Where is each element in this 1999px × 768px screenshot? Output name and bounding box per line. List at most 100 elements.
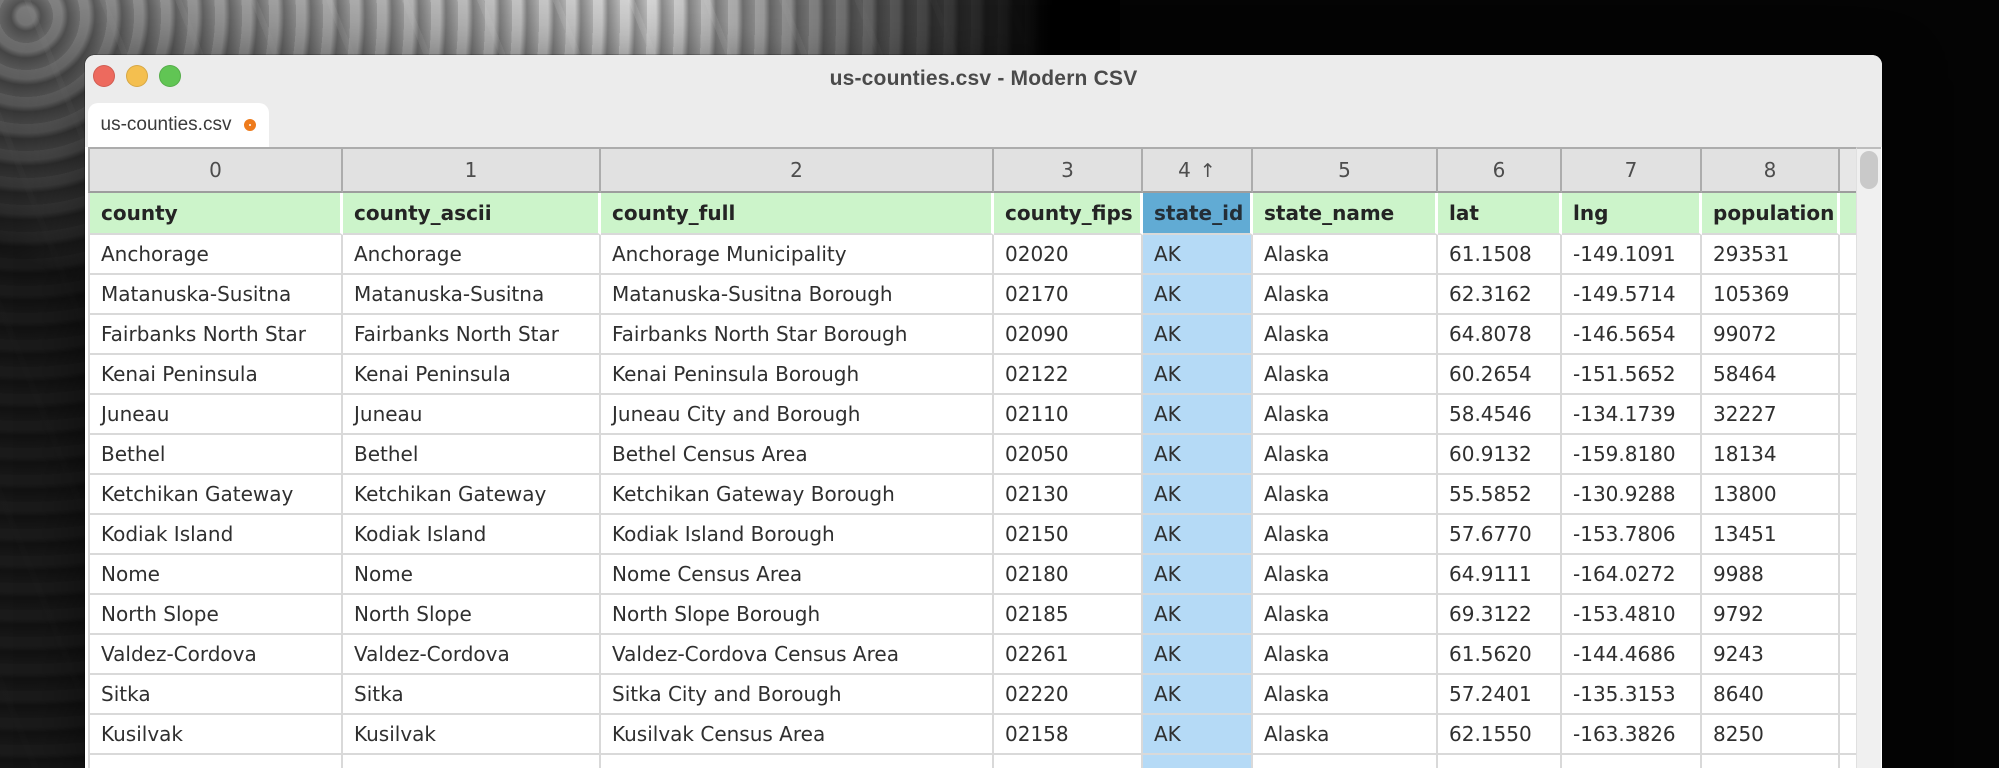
table-cell[interactable]: -130.9288 <box>1562 475 1702 515</box>
table-cell[interactable]: Alaska <box>1253 315 1438 355</box>
table-cell[interactable]: Alaska <box>1253 275 1438 315</box>
table-cell[interactable]: Kusilvak <box>88 715 343 755</box>
table-cell[interactable]: Kenai Peninsula <box>343 355 601 395</box>
scrollbar-thumb[interactable] <box>1860 151 1878 189</box>
table-cell[interactable]: North Slope <box>343 595 601 635</box>
table-cell[interactable]: Sitka <box>88 675 343 715</box>
table-cell[interactable]: 69.3122 <box>1438 595 1562 635</box>
table-cell[interactable]: Juneau <box>88 395 343 435</box>
table-cell[interactable]: North Slope Borough <box>601 595 994 635</box>
table-cell[interactable]: 58.4546 <box>1438 395 1562 435</box>
table-cell[interactable]: 9792 <box>1702 595 1840 635</box>
table-cell[interactable]: Kenai Peninsula <box>88 355 343 395</box>
table-cell[interactable]: Matanuska-Susitna <box>343 275 601 315</box>
table-cell[interactable]: 60.9132 <box>1438 435 1562 475</box>
table-cell[interactable]: AK <box>1143 315 1253 355</box>
table-cell[interactable]: Valdez-Cordova <box>88 635 343 675</box>
vertical-scrollbar[interactable] <box>1856 147 1881 768</box>
table-cell[interactable]: 18134 <box>1702 435 1840 475</box>
table-cell[interactable]: Nome Census Area <box>601 555 994 595</box>
table-cell[interactable]: 02185 <box>994 595 1143 635</box>
table-cell[interactable]: AK <box>1143 515 1253 555</box>
table-cell[interactable]: Kodiak Island <box>88 515 343 555</box>
table-cell[interactable]: AK <box>1143 275 1253 315</box>
table-cell[interactable]: AK <box>1143 715 1253 755</box>
table-cell[interactable]: Alaska <box>1253 355 1438 395</box>
table-cell[interactable]: Anchorage Municipality <box>601 235 994 275</box>
table-cell[interactable]: 105369 <box>1702 275 1840 315</box>
table-cell[interactable]: -153.4810 <box>1562 595 1702 635</box>
table-cell[interactable]: -151.5652 <box>1562 355 1702 395</box>
csv-header-cell-county_fips[interactable]: county_fips <box>994 193 1143 235</box>
table-cell[interactable]: 02050 <box>994 435 1143 475</box>
table-cell[interactable]: -149.5714 <box>1562 275 1702 315</box>
table-cell[interactable]: -149.1091 <box>1562 235 1702 275</box>
table-cell[interactable]: 02158 <box>994 715 1143 755</box>
table-cell[interactable]: 02130 <box>994 475 1143 515</box>
table-cell[interactable]: 02122 <box>994 355 1143 395</box>
table-cell[interactable]: -144.4686 <box>1562 635 1702 675</box>
table-cell[interactable]: Alaska <box>1253 435 1438 475</box>
table-cell[interactable]: Sitka <box>343 675 601 715</box>
column-number-header-4[interactable]: 4↑ <box>1143 147 1253 193</box>
table-cell[interactable]: AK <box>1143 675 1253 715</box>
table-cell[interactable]: 99072 <box>1702 315 1840 355</box>
table-cell[interactable]: AK <box>1143 235 1253 275</box>
table-cell[interactable]: 02170 <box>994 275 1143 315</box>
column-number-header-0[interactable]: 0 <box>88 147 343 193</box>
table-cell[interactable]: Ketchikan Gateway Borough <box>601 475 994 515</box>
table-cell[interactable]: 55.5852 <box>1438 475 1562 515</box>
csv-header-cell-county_ascii[interactable]: county_ascii <box>343 193 601 235</box>
table-cell[interactable]: -135.3153 <box>1562 675 1702 715</box>
table-cell[interactable]: Alaska <box>1253 475 1438 515</box>
table-cell[interactable]: Fairbanks North Star <box>88 315 343 355</box>
csv-header-cell-county_full[interactable]: county_full <box>601 193 994 235</box>
column-number-header-1[interactable]: 1 <box>343 147 601 193</box>
table-cell[interactable]: Bethel <box>88 435 343 475</box>
table-cell[interactable]: 62.1550 <box>1438 715 1562 755</box>
table-cell[interactable]: 9243 <box>1702 635 1840 675</box>
table-cell[interactable]: 58464 <box>1702 355 1840 395</box>
table-cell[interactable]: 61.5620 <box>1438 635 1562 675</box>
table-cell[interactable]: -159.8180 <box>1562 435 1702 475</box>
table-cell[interactable]: Alaska <box>1253 555 1438 595</box>
table-cell[interactable]: Alaska <box>1253 595 1438 635</box>
table-cell[interactable]: 02150 <box>994 515 1143 555</box>
table-cell[interactable]: Alaska <box>1253 635 1438 675</box>
table-cell[interactable]: 8250 <box>1702 715 1840 755</box>
table-cell[interactable]: 02261 <box>994 635 1143 675</box>
table-cell[interactable]: 13451 <box>1702 515 1840 555</box>
table-cell[interactable]: Fairbanks North Star <box>343 315 601 355</box>
table-cell[interactable]: 8640 <box>1702 675 1840 715</box>
table-cell[interactable]: Anchorage <box>343 235 601 275</box>
table-cell[interactable]: Fairbanks North Star Borough <box>601 315 994 355</box>
table-cell[interactable]: Matanuska-Susitna Borough <box>601 275 994 315</box>
table-cell[interactable]: North Slope <box>88 595 343 635</box>
table-cell[interactable]: 02180 <box>994 555 1143 595</box>
table-cell[interactable]: 9988 <box>1702 555 1840 595</box>
table-cell[interactable]: Alaska <box>1253 235 1438 275</box>
csv-header-cell-population[interactable]: population <box>1702 193 1840 235</box>
csv-header-cell-county[interactable]: county <box>88 193 343 235</box>
table-cell[interactable]: 02020 <box>994 235 1143 275</box>
table-cell[interactable]: Nome <box>88 555 343 595</box>
table-cell[interactable]: 57.6770 <box>1438 515 1562 555</box>
column-number-header-3[interactable]: 3 <box>994 147 1143 193</box>
column-number-header-7[interactable]: 7 <box>1562 147 1702 193</box>
table-cell[interactable]: Valdez-Cordova <box>343 635 601 675</box>
table-cell[interactable]: Bethel Census Area <box>601 435 994 475</box>
table-cell[interactable]: -134.1739 <box>1562 395 1702 435</box>
table-cell[interactable]: Kodiak Island <box>343 515 601 555</box>
table-cell[interactable]: 02220 <box>994 675 1143 715</box>
table-cell[interactable]: 02110 <box>994 395 1143 435</box>
table-cell[interactable]: Juneau City and Borough <box>601 395 994 435</box>
table-cell[interactable]: -146.5654 <box>1562 315 1702 355</box>
table-cell[interactable]: Matanuska-Susitna <box>88 275 343 315</box>
table-cell[interactable]: AK <box>1143 635 1253 675</box>
table-cell[interactable]: Kodiak Island Borough <box>601 515 994 555</box>
csv-header-cell-lng[interactable]: lng <box>1562 193 1702 235</box>
table-cell[interactable]: Juneau <box>343 395 601 435</box>
table-cell[interactable]: Valdez-Cordova Census Area <box>601 635 994 675</box>
table-cell[interactable]: Kusilvak <box>343 715 601 755</box>
table-cell[interactable]: Alaska <box>1253 395 1438 435</box>
